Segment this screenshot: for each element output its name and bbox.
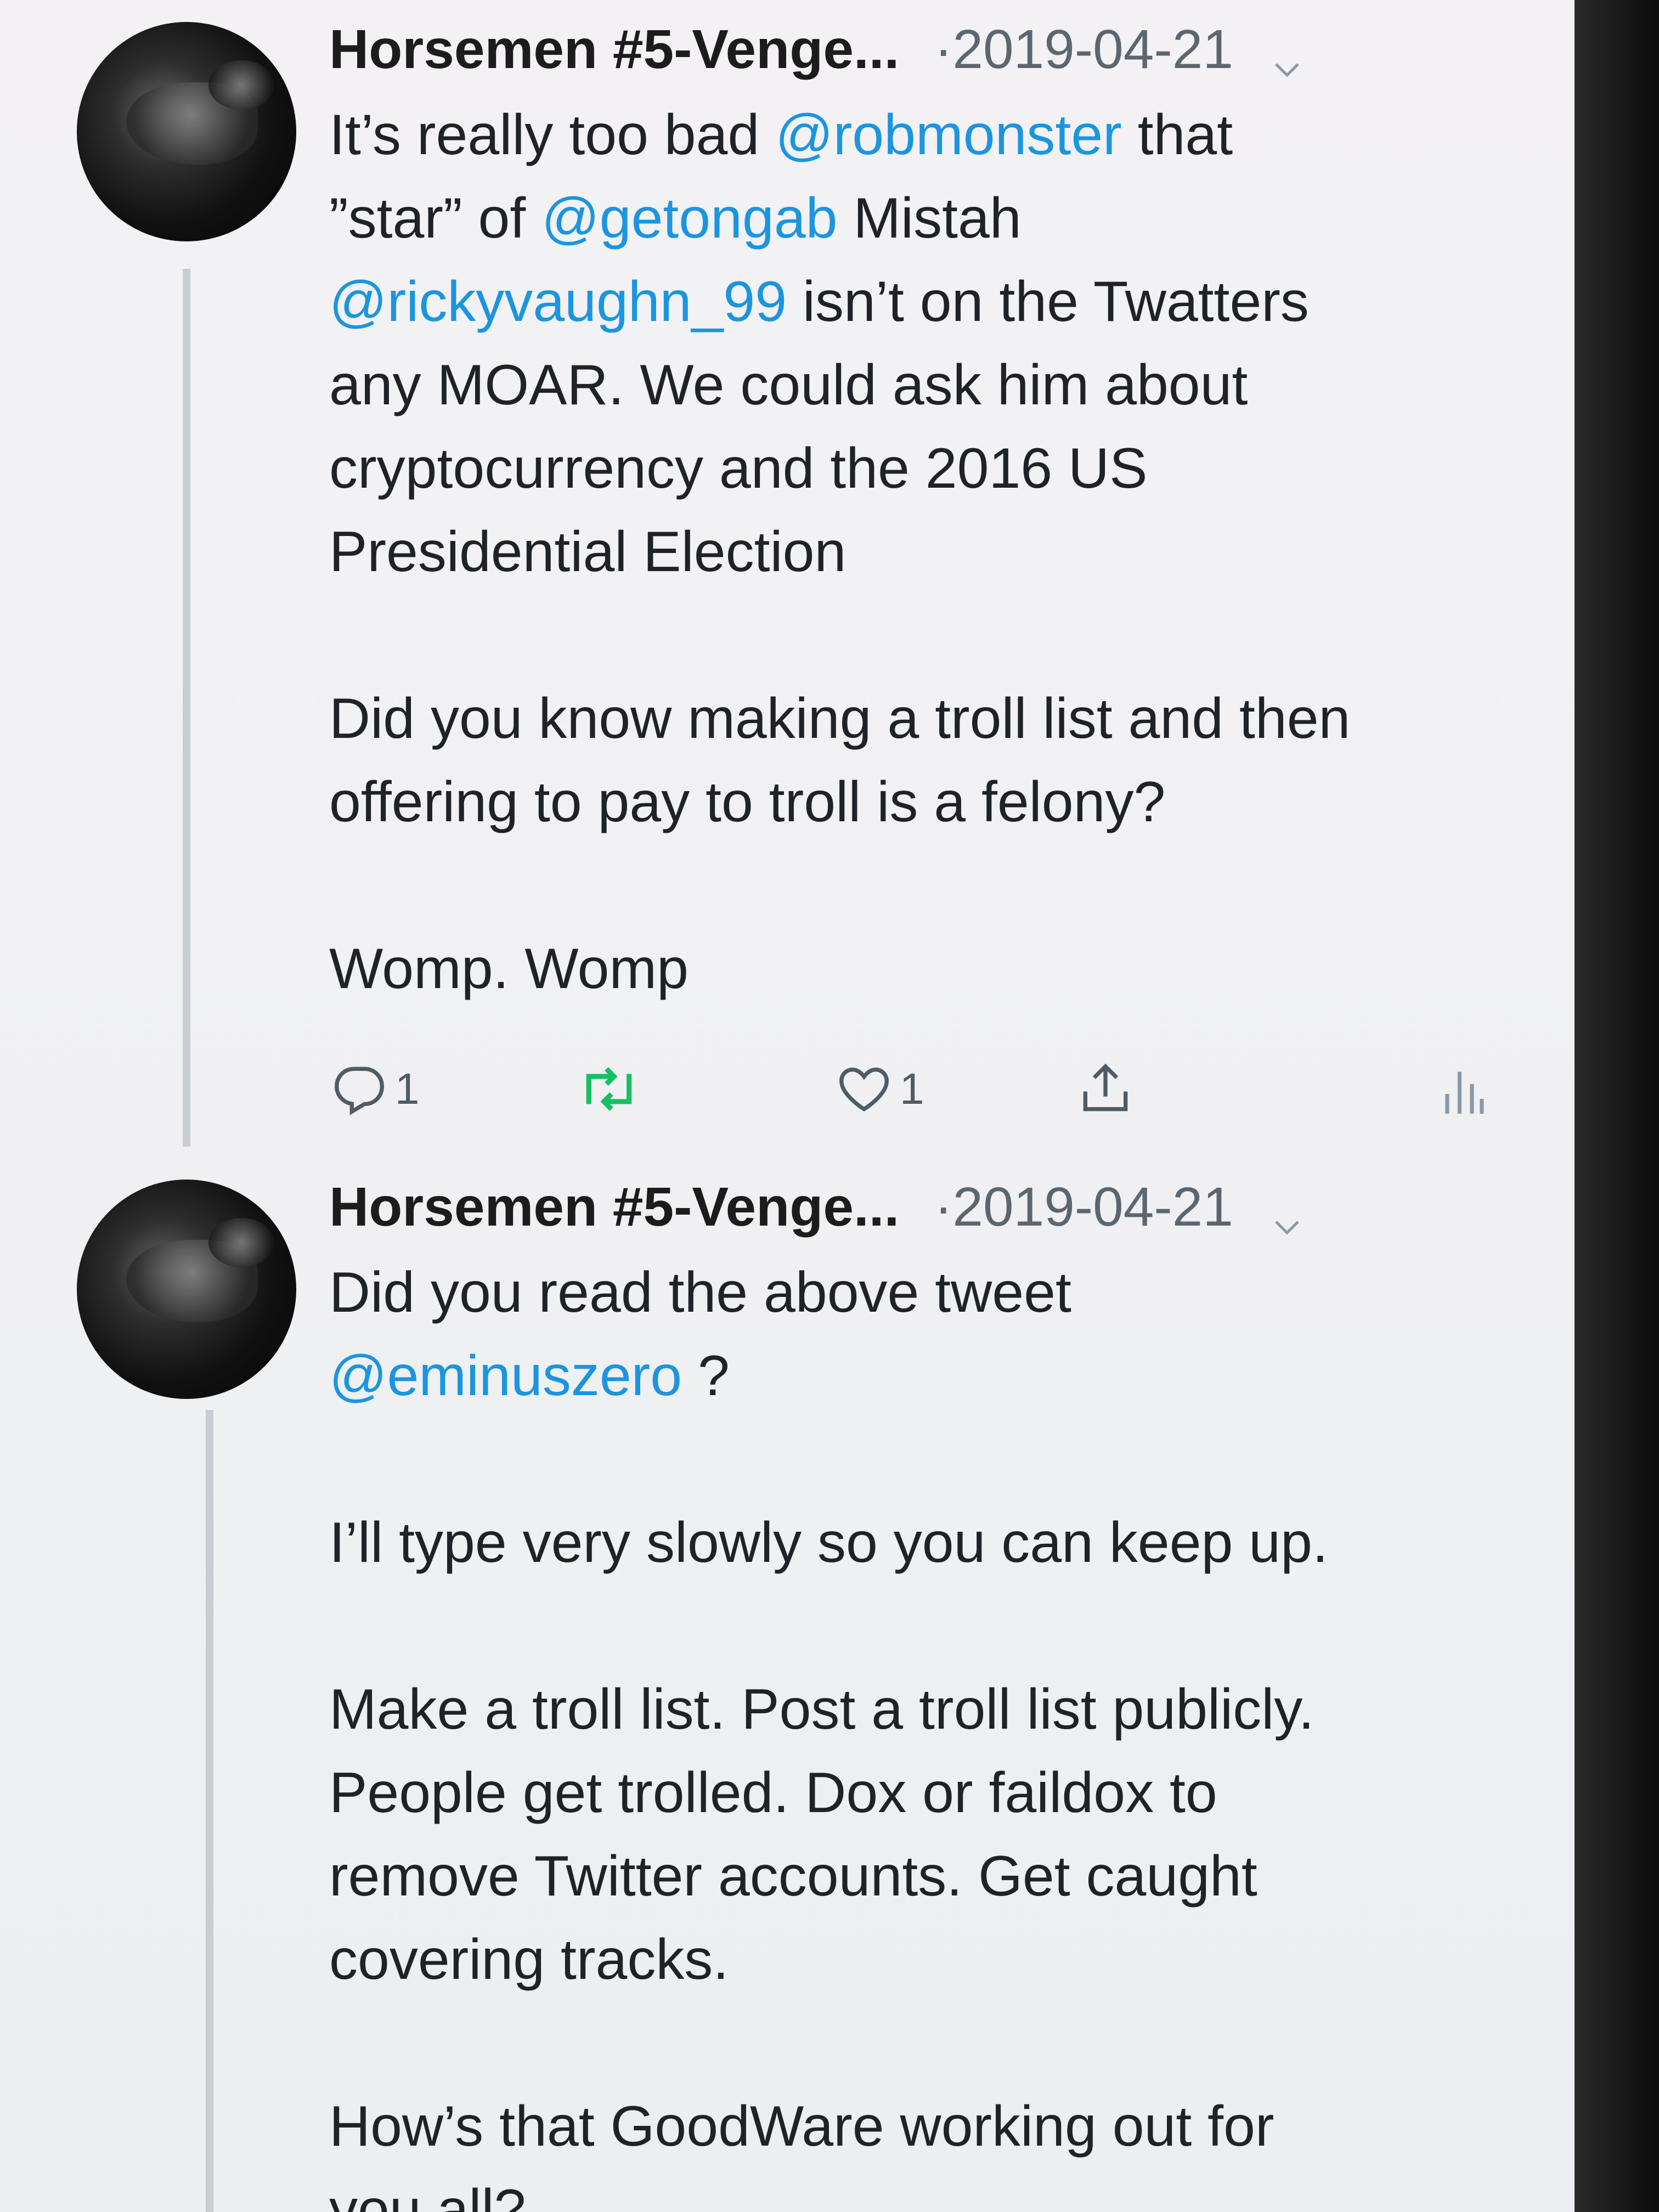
share-button[interactable]: [1075, 1053, 1136, 1125]
text-segment: you all?: [329, 2178, 526, 2212]
tweet-text-line: offering to pay to troll is a felony?: [329, 760, 1536, 844]
thread-connector-line: [206, 1410, 213, 2212]
tweet-header: Horsemen #5-Venge... ·2019-04-21: [329, 1177, 1514, 1237]
like-count: 1: [900, 1064, 924, 1113]
text-segment: Presidential Election: [329, 520, 847, 584]
tweet-text-line: @rickyvaughn_99 isn’t on the Twatters: [329, 260, 1536, 343]
text-segment: remove Twitter accounts. Get caught: [329, 1844, 1257, 1908]
tweet-text-line: I’ll type very slowly so you can keep up…: [329, 1501, 1536, 1584]
text-segment: Mistah: [837, 187, 1022, 250]
mention-link[interactable]: @robmonster: [775, 103, 1122, 167]
text-segment: Did you know making a troll list and the…: [329, 687, 1351, 751]
tweet-text-line: remove Twitter accounts. Get caught: [329, 1835, 1536, 1918]
text-segment: cryptocurrency and the 2016 US: [329, 437, 1148, 500]
heart-icon: [839, 1068, 889, 1111]
tweet-text-line: Make a troll list. Post a troll list pub…: [329, 1668, 1536, 1751]
retweet-button[interactable]: [576, 1053, 647, 1125]
reply-icon: [335, 1066, 384, 1115]
text-segment: Did you read the above tweet: [329, 1261, 1071, 1324]
tweet-text-line: Presidential Election: [329, 510, 1536, 594]
tweet-text-line: cryptocurrency and the 2016 US: [329, 427, 1536, 510]
text-segment: It’s really too bad: [329, 103, 776, 167]
text-segment: Womp. Womp: [329, 937, 689, 1001]
reply-button[interactable]: 1: [329, 1053, 420, 1125]
text-segment: How’s that GoodWare working out for: [329, 2095, 1274, 2158]
tweet-text-line: Womp. Womp: [329, 927, 1536, 1011]
tweet-text-line: People get trolled. Dox or faildox to: [329, 1751, 1536, 1835]
text-segment: that: [1121, 103, 1233, 167]
author-avatar[interactable]: [77, 22, 296, 241]
thread-connector-line: [183, 269, 190, 1147]
text-segment: I’ll type very slowly so you can keep up…: [329, 1511, 1328, 1575]
tweet-header: Horsemen #5-Venge... ·2019-04-21: [329, 19, 1514, 80]
author-name[interactable]: Horsemen #5-Venge...: [329, 19, 899, 80]
tweet-text-line: Did you read the above tweet: [329, 1251, 1536, 1334]
chevron-down-icon[interactable]: [1271, 37, 1304, 77]
tweet-text-line: you all?: [329, 2168, 1536, 2212]
tweet-text-line: ”star” of @getongab Mistah: [329, 177, 1536, 260]
tweet-text-line: It’s really too bad @robmonster that: [329, 93, 1536, 177]
text-segment: ”star” of: [329, 187, 542, 250]
text-segment: ?: [682, 1344, 730, 1408]
text-segment: isn’t on the Twatters: [787, 270, 1309, 334]
mention-link[interactable]: @rickyvaughn_99: [329, 270, 787, 334]
text-segment: offering to pay to troll is a felony?: [329, 770, 1166, 834]
text-segment: People get trolled. Dox or faildox to: [329, 1761, 1217, 1825]
tweet-date[interactable]: ·2019-04-21: [934, 19, 1233, 80]
tweet-text-line: any MOAR. We could ask him about: [329, 343, 1536, 427]
text-segment: covering tracks.: [329, 1928, 729, 1991]
analytics-icon: [1445, 1071, 1484, 1114]
like-button[interactable]: 1: [834, 1053, 924, 1125]
tweet-actions: 1 1: [329, 1053, 1514, 1125]
chevron-down-icon[interactable]: [1271, 1195, 1304, 1235]
tweet-text-line: Did you know making a troll list and the…: [329, 677, 1536, 760]
author-name[interactable]: Horsemen #5-Venge...: [329, 1176, 899, 1238]
reply-count: 1: [395, 1064, 420, 1113]
share-icon: [1083, 1063, 1128, 1111]
mention-link[interactable]: @getongab: [541, 187, 837, 250]
text-segment: Make a troll list. Post a troll list pub…: [329, 1678, 1314, 1741]
tweet-text: It’s really too bad @robmonster that ”sta…: [329, 93, 1536, 1011]
tweet-text-line: @eminuszero ?: [329, 1334, 1536, 1418]
twitter-thread-screen: Horsemen #5-Venge... ·2019-04-21 It’s re…: [0, 0, 1575, 2212]
tweet-text-line: How’s that GoodWare working out for: [329, 2085, 1536, 2168]
device-bezel: [1575, 0, 1659, 2212]
text-segment: any MOAR. We could ask him about: [329, 353, 1248, 417]
retweet-icon: [586, 1067, 632, 1111]
mention-link[interactable]: @eminuszero: [329, 1344, 682, 1408]
analytics-button[interactable]: [1437, 1053, 1487, 1125]
author-avatar[interactable]: [77, 1180, 296, 1399]
tweet-text: Did you read the above tweet @eminuszero …: [329, 1251, 1536, 2212]
tweet-date[interactable]: ·2019-04-21: [934, 1176, 1233, 1238]
tweet-text-line: covering tracks.: [329, 1918, 1536, 2001]
